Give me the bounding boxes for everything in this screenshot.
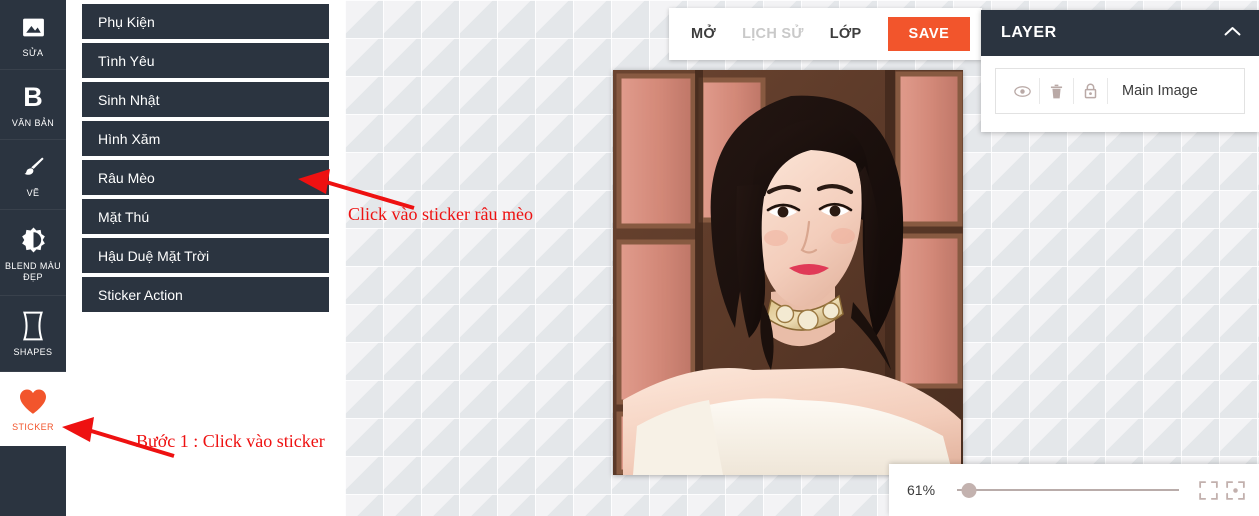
layer-panel-body: Main Image (981, 56, 1259, 132)
shape-icon (20, 309, 46, 343)
top-toolbar: MỞ LỊCH SỬ LỚP SAVE (669, 8, 983, 60)
brush-icon (20, 150, 46, 184)
tool-sidebar: SỬA B VĂN BẢN VẼ BLEND MÀU ĐẸP SHAPES ST… (0, 0, 66, 516)
lock-icon[interactable] (1074, 78, 1108, 104)
sticker-category-item[interactable]: Sinh Nhật (82, 82, 329, 117)
sticker-category-item-rau-meo[interactable]: Râu Mèo (82, 160, 329, 195)
zoom-slider-track (957, 489, 1179, 491)
sticker-category-label: Sinh Nhật (98, 91, 160, 108)
sticker-category-label: Tình Yêu (98, 52, 155, 69)
sidebar-item-label: SỬA (22, 48, 44, 58)
sidebar-item-label: BLEND MÀU ĐẸP (4, 260, 62, 282)
heart-icon (18, 384, 48, 418)
sticker-category-label: Phụ Kiện (98, 13, 155, 30)
image-editor-app: Phụ Kiện Tình Yêu Sinh Nhật Hình Xăm Râu… (0, 0, 1259, 516)
zoom-slider-thumb[interactable] (961, 483, 977, 498)
chevron-up-icon[interactable] (1224, 24, 1241, 42)
zoom-slider[interactable] (957, 481, 1179, 499)
zoom-value-label: 61% (907, 482, 936, 498)
sidebar-item-ve[interactable]: VẼ (0, 140, 66, 210)
bold-text-icon: B (23, 81, 43, 112)
layer-panel-title: LAYER (1001, 24, 1057, 41)
sidebar-item-sua[interactable]: SỬA (0, 0, 66, 70)
main-image (613, 70, 963, 475)
sidebar-item-van-ban[interactable]: B VĂN BẢN (0, 70, 66, 140)
sticker-category-label: Hình Xăm (98, 130, 161, 147)
sticker-category-item[interactable]: Hậu Duệ Mặt Trời (82, 238, 329, 273)
sticker-category-label: Hậu Duệ Mặt Trời (98, 247, 210, 264)
sidebar-item-label: VĂN BẢN (11, 118, 55, 128)
sticker-category-list: Phụ Kiện Tình Yêu Sinh Nhật Hình Xăm Râu… (66, 0, 345, 312)
sticker-category-item[interactable]: Tình Yêu (82, 43, 329, 78)
sticker-category-label: Râu Mèo (98, 169, 155, 186)
center-focus-icon[interactable] (1226, 480, 1245, 500)
brightness-icon (20, 223, 47, 257)
sticker-category-item[interactable]: Sticker Action (82, 277, 329, 312)
sidebar-filler (0, 446, 66, 516)
sticker-category-item[interactable]: Mặt Thú (82, 199, 329, 234)
layer-row[interactable]: Main Image (995, 68, 1245, 114)
sidebar-item-blend-mau-dep[interactable]: BLEND MÀU ĐẸP (0, 210, 66, 296)
eye-icon[interactable] (1006, 78, 1040, 104)
open-button[interactable]: MỞ (691, 26, 716, 42)
sidebar-item-label: VẼ (26, 188, 40, 198)
annotation-buoc-1: Bước 1 : Click vào sticker (136, 431, 325, 451)
sticker-category-item[interactable]: Phụ Kiện (82, 4, 329, 39)
sidebar-item-shapes[interactable]: SHAPES (0, 296, 66, 372)
sticker-category-label: Sticker Action (98, 286, 183, 303)
sticker-category-item[interactable]: Hình Xăm (82, 121, 329, 156)
layer-panel: LAYER Main Image (981, 10, 1259, 132)
layer-panel-header[interactable]: LAYER (981, 10, 1259, 56)
zoom-toolbar: 61% (889, 464, 1259, 516)
image-icon (21, 10, 46, 44)
layer-name-label: Main Image (1122, 83, 1198, 99)
sidebar-item-label: STICKER (12, 422, 54, 432)
sidebar-item-sticker[interactable]: STICKER (0, 372, 66, 446)
save-button[interactable]: SAVE (887, 17, 971, 51)
sidebar-item-label: SHAPES (13, 347, 53, 357)
trash-icon[interactable] (1040, 78, 1074, 104)
fit-screen-icon[interactable] (1199, 480, 1218, 500)
history-button[interactable]: LỊCH SỬ (742, 26, 804, 42)
main-image-canvas[interactable] (613, 70, 963, 475)
layer-button[interactable]: LỚP (830, 26, 862, 42)
sticker-category-label: Mặt Thú (98, 208, 150, 225)
annotation-sticker-rau-meo: Click vào sticker râu mèo (348, 204, 533, 224)
